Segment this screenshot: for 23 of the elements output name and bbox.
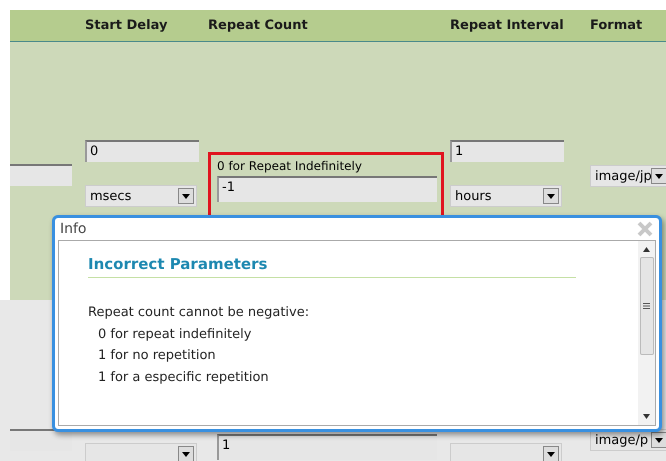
column-header: Start Delay <box>85 18 168 33</box>
input-field[interactable]: 0 <box>85 140 199 162</box>
scroll-thumb[interactable] <box>640 257 654 355</box>
input-field[interactable]: -1 <box>217 176 437 202</box>
unit-dropdown[interactable]: msecs <box>85 185 197 207</box>
input-field[interactable]: 1 <box>450 140 564 162</box>
dialog-heading: Incorrect Parameters <box>88 255 576 278</box>
column-header: Repeat Interval <box>450 18 565 33</box>
format-dropdown[interactable]: image/jp <box>590 165 666 187</box>
scroll-down-icon[interactable] <box>643 414 650 419</box>
message-line: 1 for no repetition <box>97 347 217 365</box>
unit-dropdown[interactable]: hours <box>450 185 562 207</box>
scrollbar[interactable] <box>638 241 655 425</box>
field-hint: 0 for Repeat Indefinitely <box>217 159 362 173</box>
column-header: Format <box>590 18 644 33</box>
column-header: Repeat Count <box>208 18 309 33</box>
input-field[interactable]: 1 <box>217 434 437 460</box>
message-line: Repeat count cannot be negative: <box>88 304 310 322</box>
dialog-title: Info <box>60 221 86 237</box>
input-field[interactable] <box>10 164 72 186</box>
scroll-up-icon[interactable] <box>643 247 650 252</box>
message-line: 1 for a especific repetition <box>97 368 270 386</box>
message-line: 0 for repeat indefinitely <box>97 326 252 344</box>
